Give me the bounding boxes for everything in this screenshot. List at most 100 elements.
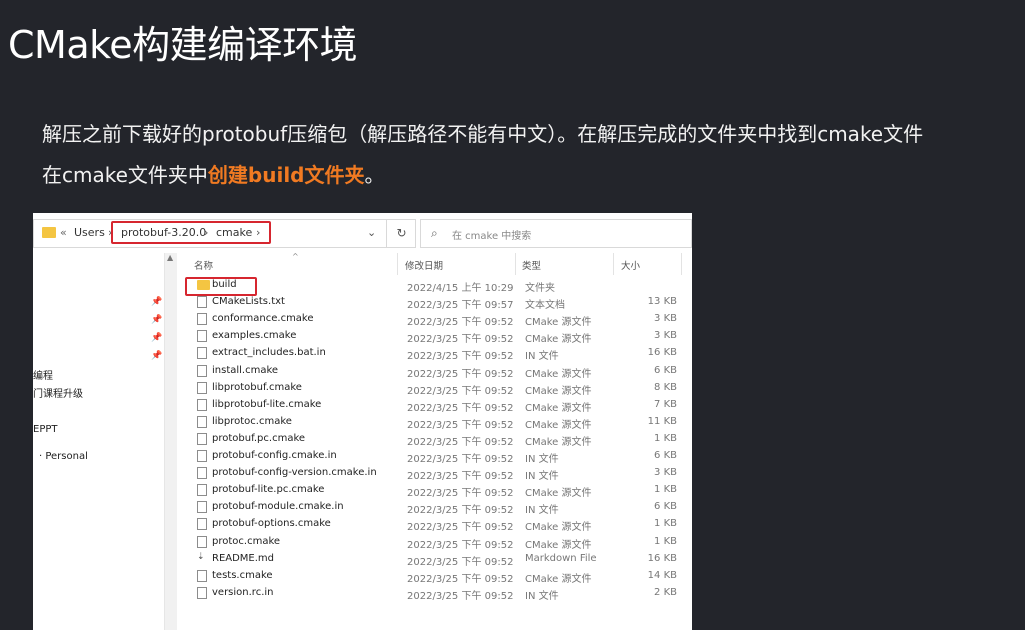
instruction-line-2-suffix: 。 bbox=[364, 163, 385, 187]
file-icon bbox=[197, 432, 207, 445]
breadcrumb-cmake[interactable]: cmake bbox=[216, 226, 252, 239]
file-date: 2022/3/25 下午 09:52 bbox=[407, 539, 514, 551]
file-type: CMake 源文件 bbox=[525, 334, 592, 346]
file-row[interactable]: CMakeLists.txt 2022/3/25 下午 09:57 文本文档 13 K… bbox=[185, 294, 692, 311]
chevron-right-icon[interactable]: › bbox=[256, 226, 260, 239]
file-name: conformance.cmake bbox=[212, 313, 314, 325]
file-row[interactable]: tests.cmake 2022/3/25 下午 09:52 CMake 源文件 14… bbox=[185, 568, 692, 585]
file-row[interactable]: version.rc.in 2022/3/25 下午 09:52 IN 文件 2 KB bbox=[185, 585, 692, 602]
file-row[interactable]: protobuf-config-version.cmake.in 2022/3/2… bbox=[185, 465, 692, 482]
search-icon: ⌕ bbox=[431, 226, 438, 240]
column-divider[interactable] bbox=[681, 253, 682, 275]
column-type[interactable]: 类型 bbox=[522, 258, 541, 272]
file-size: 11 KB bbox=[647, 415, 677, 427]
nav-scrollbar[interactable]: ▲ bbox=[164, 253, 177, 630]
file-row[interactable]: build 2022/4/15 上午 10:29 文件夹 bbox=[185, 277, 692, 296]
column-size[interactable]: 大小 bbox=[621, 258, 640, 272]
search-input[interactable]: ⌕ 在 cmake 中搜索 bbox=[420, 219, 692, 248]
file-size: 3 KB bbox=[654, 313, 677, 325]
file-row[interactable]: protobuf.pc.cmake 2022/3/25 下午 09:52 CMake… bbox=[185, 431, 692, 448]
refresh-icon[interactable]: ↻ bbox=[386, 220, 416, 247]
file-icon bbox=[197, 415, 207, 428]
file-row[interactable]: libprotobuf-lite.cmake 2022/3/25 下午 09:52… bbox=[185, 397, 692, 414]
instruction-line-2: 在cmake文件夹中创建build文件夹。 bbox=[42, 159, 385, 188]
pin-icon[interactable]: 📌 bbox=[151, 315, 162, 325]
file-row[interactable]: extract_includes.bat.in 2022/3/25 下午 09:5… bbox=[185, 345, 692, 362]
column-divider[interactable] bbox=[613, 253, 614, 275]
file-icon bbox=[197, 398, 207, 411]
file-type: CMake 源文件 bbox=[525, 522, 592, 534]
column-name[interactable]: 名称 bbox=[194, 258, 213, 272]
file-icon bbox=[197, 450, 207, 462]
file-row[interactable]: libprotobuf.cmake 2022/3/25 下午 09:52 CMake… bbox=[185, 380, 692, 397]
breadcrumb-protobuf[interactable]: protobuf-3.20.0 bbox=[121, 226, 206, 239]
file-row[interactable]: ⇣ README.md 2022/3/25 下午 09:52 Markdown Fil… bbox=[185, 551, 692, 568]
pin-icon[interactable]: 📌 bbox=[151, 333, 162, 343]
file-row[interactable]: libprotoc.cmake 2022/3/25 下午 09:52 CMake 源… bbox=[185, 414, 692, 431]
chevron-right-icon[interactable]: › bbox=[204, 226, 208, 239]
file-row[interactable]: examples.cmake 2022/3/25 下午 09:52 CMake 源文… bbox=[185, 328, 692, 345]
file-size: 3 KB bbox=[654, 330, 677, 342]
file-size: 1 KB bbox=[654, 518, 677, 530]
file-size: 7 KB bbox=[654, 398, 677, 410]
file-size: 16 KB bbox=[647, 347, 677, 359]
file-size: 1 KB bbox=[654, 484, 677, 496]
file-date: 2022/3/25 下午 09:52 bbox=[407, 471, 514, 483]
file-type: IN 文件 bbox=[525, 590, 559, 602]
file-name: libprotobuf-lite.cmake bbox=[212, 398, 322, 410]
file-date: 2022/3/25 下午 09:52 bbox=[407, 505, 514, 517]
scroll-up-icon[interactable]: ▲ bbox=[167, 253, 173, 262]
file-date: 2022/3/25 下午 09:52 bbox=[407, 488, 514, 500]
nav-item[interactable]: EPPT bbox=[33, 424, 58, 435]
file-name: tests.cmake bbox=[212, 569, 273, 581]
file-size: 1 KB bbox=[654, 535, 677, 547]
column-header: ^ 名称 修改日期 类型 大小 bbox=[185, 252, 692, 275]
file-date: 2022/3/25 下午 09:52 bbox=[407, 436, 514, 448]
file-type: IN 文件 bbox=[525, 505, 559, 517]
file-icon bbox=[197, 535, 207, 548]
file-type: IN 文件 bbox=[525, 351, 559, 363]
file-row[interactable]: protobuf-config.cmake.in 2022/3/25 下午 09:… bbox=[185, 448, 692, 465]
slide-title: CMake构建编译环境 bbox=[8, 23, 358, 67]
file-name: protobuf-lite.pc.cmake bbox=[212, 484, 325, 496]
pin-icon[interactable]: 📌 bbox=[151, 351, 162, 361]
address-bar[interactable]: « Users › protobuf-3.20.0 › cmake › ⌄ ↻ bbox=[33, 219, 416, 248]
column-date[interactable]: 修改日期 bbox=[405, 258, 443, 272]
file-name: protobuf.pc.cmake bbox=[212, 432, 306, 444]
file-row[interactable]: protobuf-options.cmake 2022/3/25 下午 09:52… bbox=[185, 516, 692, 533]
instruction-line-2-prefix: 在cmake文件夹中 bbox=[42, 163, 208, 187]
instruction-line-1: 解压之前下载好的protobuf压缩包（解压路径不能有中文）。在解压完成的文件夹… bbox=[42, 122, 924, 146]
file-name: protobuf-options.cmake bbox=[212, 518, 331, 530]
search-placeholder: 在 cmake 中搜索 bbox=[452, 231, 532, 242]
file-icon bbox=[197, 586, 207, 599]
file-date: 2022/3/25 下午 09:52 bbox=[407, 522, 514, 534]
file-name: README.md bbox=[212, 552, 275, 564]
file-size: 6 KB bbox=[654, 364, 677, 376]
file-date: 2022/3/25 下午 09:52 bbox=[407, 402, 514, 414]
file-name: protoc.cmake bbox=[212, 535, 281, 547]
file-date: 2022/3/25 下午 09:52 bbox=[407, 334, 514, 346]
file-icon bbox=[197, 381, 207, 394]
file-row[interactable]: protobuf-lite.pc.cmake 2022/3/25 下午 09:52… bbox=[185, 482, 692, 499]
column-divider[interactable] bbox=[515, 253, 516, 275]
file-type: CMake 源文件 bbox=[525, 488, 592, 500]
nav-item[interactable]: 门课程升级 bbox=[33, 385, 83, 400]
markdown-icon: ⇣ bbox=[197, 551, 205, 562]
file-date: 2022/3/25 下午 09:52 bbox=[407, 573, 514, 585]
nav-item[interactable]: 编程 bbox=[33, 367, 53, 382]
instruction-highlight: 创建build文件夹 bbox=[207, 163, 365, 187]
file-icon bbox=[197, 569, 207, 582]
file-date: 2022/3/25 下午 09:52 bbox=[407, 454, 514, 465]
nav-item[interactable]: · Personal bbox=[39, 451, 88, 462]
pin-icon[interactable]: 📌 bbox=[151, 297, 162, 307]
file-row[interactable]: protoc.cmake 2022/3/25 下午 09:52 CMake 源文件 1… bbox=[185, 534, 692, 551]
file-icon bbox=[197, 313, 207, 326]
file-row[interactable]: protobuf-module.cmake.in 2022/3/25 下午 09:… bbox=[185, 499, 692, 516]
file-row[interactable]: conformance.cmake 2022/3/25 下午 09:52 CMake… bbox=[185, 311, 692, 328]
file-row[interactable]: install.cmake 2022/3/25 下午 09:52 CMake 源文件… bbox=[185, 363, 692, 380]
chevron-down-icon[interactable]: ⌄ bbox=[367, 226, 376, 239]
address-overflow-chevron[interactable]: « bbox=[60, 226, 67, 239]
column-divider[interactable] bbox=[397, 253, 398, 275]
file-size: 2 KB bbox=[654, 586, 677, 598]
breadcrumb-users[interactable]: Users bbox=[74, 226, 105, 239]
